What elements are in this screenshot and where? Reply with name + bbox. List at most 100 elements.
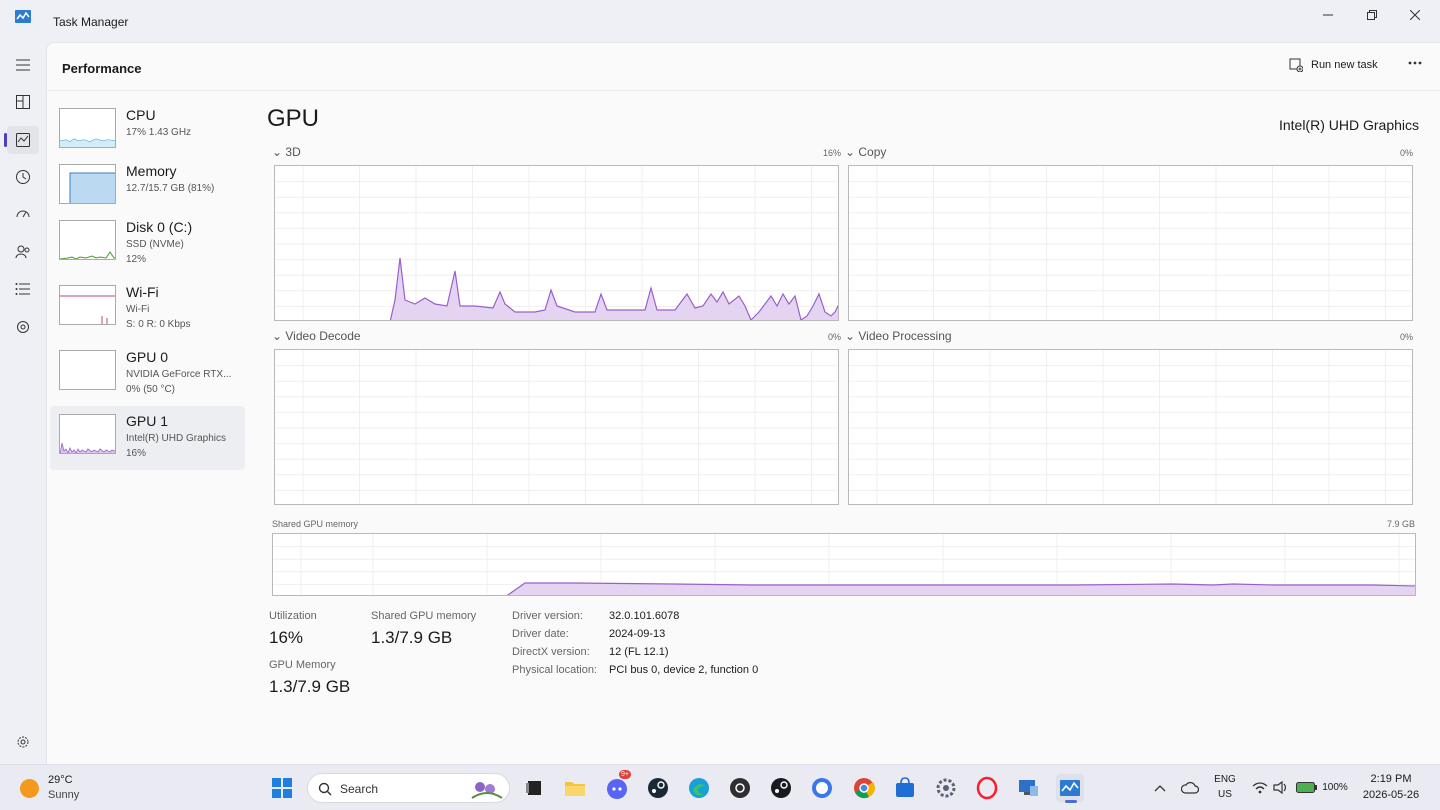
nav-rail (0, 42, 46, 764)
device-name: CPU (126, 107, 156, 123)
wifi-thumbnail (59, 285, 116, 325)
performance-icon (16, 133, 30, 147)
edge-button[interactable] (685, 774, 713, 802)
minimize-button[interactable] (1306, 4, 1350, 26)
clock-time: 2:19 PM (1370, 773, 1412, 785)
device-detail-2: 12% (126, 254, 147, 265)
engine-video-processing-chart (849, 350, 1412, 504)
header: Performance Run new task (47, 43, 1440, 91)
nav-services[interactable] (7, 313, 39, 341)
directx-version-value: 12 (FL 12.1) (609, 646, 669, 658)
signal-button[interactable] (808, 774, 836, 802)
restore-button[interactable] (1350, 4, 1394, 26)
nav-users[interactable] (7, 238, 39, 266)
engine-video-processing-label[interactable]: ⌄ Video Processing (845, 329, 952, 343)
device-gpu-1[interactable]: GPU 1 Intel(R) UHD Graphics 16% (50, 406, 245, 470)
store-icon (896, 777, 914, 797)
gpu-memory-value: 1.3/7.9 GB (269, 677, 351, 696)
services-icon (17, 321, 29, 333)
device-disk[interactable]: Disk 0 (C:) SSD (NVMe) 12% (50, 215, 245, 279)
memory-thumbnail (59, 164, 116, 204)
physical-location-value: PCI bus 0, device 2, function 0 (609, 664, 759, 676)
engine-copy-graph (848, 165, 1413, 321)
run-new-task-label: Run new task (1311, 59, 1378, 71)
processes-icon (16, 95, 30, 109)
remote-desktop-button[interactable] (1014, 774, 1042, 802)
gpu0-thumbnail (59, 350, 116, 390)
directx-version-label: DirectX version: (512, 646, 590, 658)
engine-copy-label[interactable]: ⌄ Copy (845, 145, 886, 159)
task-view-button[interactable] (520, 774, 548, 802)
gear-icon (17, 736, 29, 748)
gpu1-thumbnail (59, 414, 116, 454)
file-explorer-button[interactable] (561, 774, 589, 802)
device-name: GPU 1 (126, 413, 169, 429)
engine-copy-pct: 0% (1399, 148, 1413, 158)
device-detail-2: 0% (50 °C) (126, 384, 176, 395)
start-button[interactable] (268, 774, 296, 802)
gpu-title: GPU (267, 105, 320, 132)
memory-thumbnail-graph (69, 172, 115, 203)
driver-date-value: 2024-09-13 (609, 628, 666, 640)
clock-date: 2026-05-26 (1362, 789, 1420, 801)
device-cpu[interactable]: CPU 17% 1.43 GHz (50, 103, 245, 167)
run-new-task-button[interactable]: Run new task (1289, 58, 1378, 72)
hamburger-menu-button[interactable] (7, 51, 39, 79)
nav-details[interactable] (7, 275, 39, 303)
onedrive-button[interactable] (1176, 774, 1204, 802)
engine-video-processing-name: Video Processing (858, 329, 952, 343)
obs-button[interactable] (726, 774, 754, 802)
main-panel: Performance Run new task CPU 17% 1.43 GH… (46, 42, 1440, 764)
engine-copy-name: Copy (858, 145, 887, 159)
cloud-icon (1181, 782, 1199, 794)
nav-processes[interactable] (7, 88, 39, 116)
utilization-label: Utilization (269, 610, 317, 622)
wifi-icon (1252, 782, 1268, 794)
hamburger-icon (16, 59, 30, 71)
device-detail: 12.7/15.7 GB (81%) (126, 183, 215, 194)
engine-copy-chart (849, 166, 1412, 320)
run-task-icon (1289, 58, 1303, 72)
engine-3d-label[interactable]: ⌄ 3D (272, 145, 301, 159)
cpu-thumbnail-graph (60, 138, 115, 147)
steam-button-2[interactable] (767, 774, 795, 802)
device-memory[interactable]: Memory 12.7/15.7 GB (81%) (50, 159, 245, 223)
volume-icon (1273, 781, 1287, 794)
settings-button[interactable] (932, 774, 960, 802)
chrome-button[interactable] (850, 774, 878, 802)
nav-performance[interactable] (4, 126, 39, 154)
nav-settings[interactable] (7, 728, 39, 756)
nav-startup-apps[interactable] (7, 200, 39, 228)
shared-memory-max: 7.9 GB (1386, 519, 1415, 529)
weather-desc: Sunny (48, 789, 80, 801)
device-gpu-0[interactable]: GPU 0 NVIDIA GeForce RTX... 0% (50 °C) (50, 345, 245, 409)
startup-icon (16, 210, 30, 218)
search-highlight-icon (471, 782, 503, 799)
close-button[interactable] (1393, 4, 1437, 26)
show-hidden-icons-button[interactable] (1146, 774, 1174, 802)
engine-3d-pct: 16% (822, 148, 841, 158)
more-options-button[interactable] (1407, 55, 1423, 76)
gear-icon (936, 778, 956, 798)
monitor-icon (1019, 780, 1038, 796)
keyboard-region: US (1218, 789, 1232, 800)
engine-3d-name: 3D (285, 145, 301, 159)
physical-location-label: Physical location: (512, 664, 597, 676)
nav-app-history[interactable] (7, 163, 39, 191)
store-button[interactable] (891, 774, 919, 802)
more-icon (1408, 61, 1422, 65)
engine-video-processing-graph (848, 349, 1413, 505)
gpu1-thumbnail-graph (60, 442, 115, 453)
device-detail: NVIDIA GeForce RTX... (126, 369, 232, 380)
engine-video-decode-label[interactable]: ⌄ Video Decode (272, 329, 361, 343)
device-detail-2: S: 0 R: 0 Kbps (126, 319, 191, 330)
minimize-icon (1323, 14, 1333, 16)
device-detail: SSD (NVMe) (126, 239, 184, 250)
device-wifi[interactable]: Wi-Fi Wi-Fi S: 0 R: 0 Kbps (50, 280, 245, 344)
discord-button[interactable]: 9+ (603, 770, 631, 802)
steam-button[interactable] (644, 774, 672, 802)
task-manager-taskbar-button[interactable] (1056, 774, 1084, 803)
taskbar-search[interactable]: Search (307, 773, 510, 803)
opera-button[interactable] (973, 774, 1001, 802)
device-detail: Intel(R) UHD Graphics (126, 433, 227, 444)
